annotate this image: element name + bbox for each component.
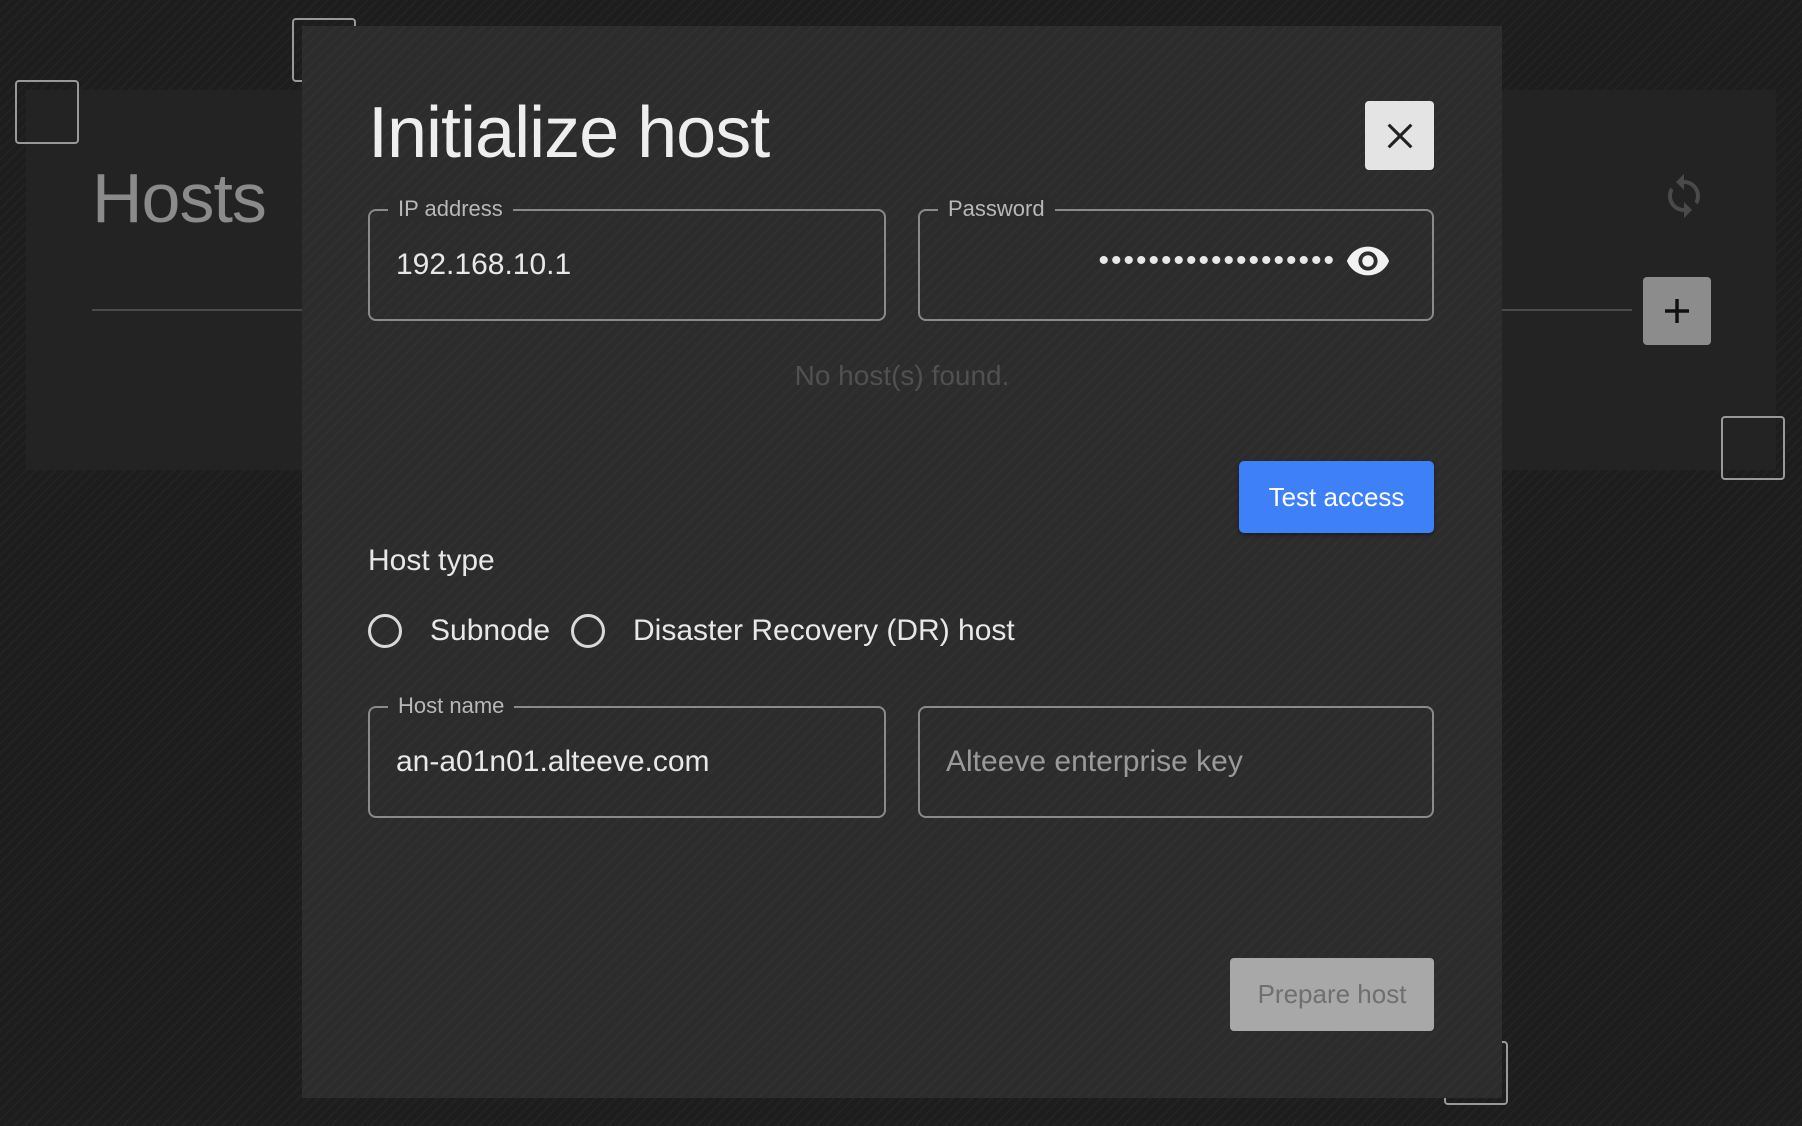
page-title: Hosts: [92, 159, 267, 237]
password-field: Password •••••••••••••••••••: [918, 196, 1434, 321]
eye-icon: [1346, 246, 1390, 276]
focus-box: [15, 80, 79, 144]
no-hosts-message: No host(s) found.: [794, 360, 1010, 391]
host-type-label: Host type: [368, 544, 495, 577]
refresh-icon[interactable]: [1660, 172, 1708, 220]
add-host-button[interactable]: [1643, 277, 1711, 345]
radio-dr-host-label: Disaster Recovery (DR) host: [633, 614, 1015, 647]
enterprise-key-field: [918, 706, 1434, 818]
ip-address-input[interactable]: [396, 211, 858, 319]
close-icon: [1387, 123, 1412, 148]
dialog-title: Initialize host: [368, 93, 770, 173]
host-name-field: Host name: [368, 693, 886, 818]
toggle-password-visibility-button[interactable]: [1344, 237, 1392, 285]
password-label: Password: [938, 196, 1055, 222]
enterprise-key-input[interactable]: [946, 708, 1406, 816]
radio-button-icon[interactable]: [368, 614, 402, 648]
focus-box: [1721, 416, 1785, 480]
radio-button-icon[interactable]: [571, 614, 605, 648]
plus-icon: [1665, 299, 1689, 323]
test-access-button[interactable]: Test access: [1239, 461, 1434, 533]
radio-subnode-label: Subnode: [430, 614, 551, 647]
close-button[interactable]: [1365, 101, 1434, 170]
password-input[interactable]: •••••••••••••••••••: [944, 233, 1336, 289]
radio-dr-host[interactable]: Disaster Recovery (DR) host: [571, 610, 1015, 652]
radio-subnode[interactable]: Subnode: [368, 610, 550, 652]
ip-address-field: IP address: [368, 196, 886, 321]
host-name-input[interactable]: [396, 708, 858, 816]
prepare-host-button: Prepare host: [1230, 958, 1434, 1031]
